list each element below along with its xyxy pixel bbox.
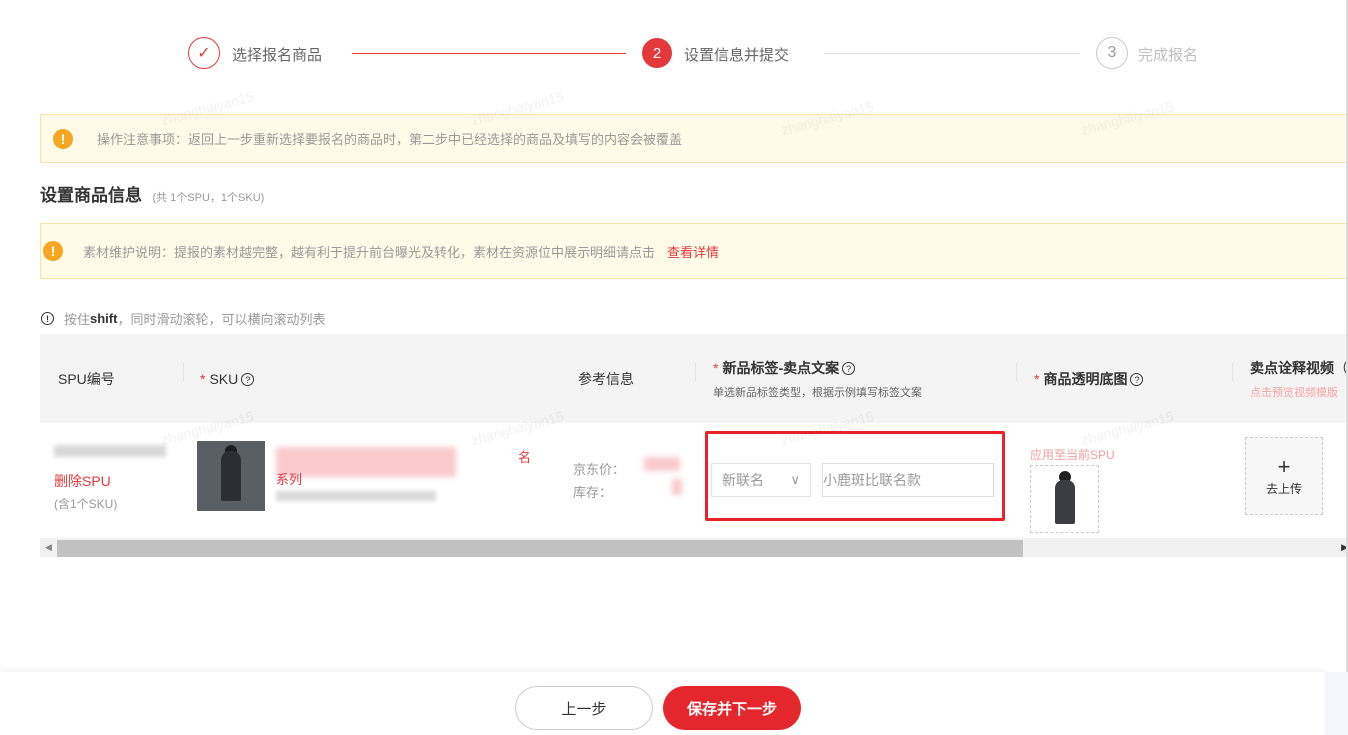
step-3-label: 完成报名 bbox=[1138, 47, 1199, 64]
price-redacted bbox=[644, 457, 680, 471]
spu-id-redacted bbox=[54, 445, 166, 457]
video-template-link[interactable]: 点击预览视频模版 bbox=[1250, 384, 1348, 400]
header-divider bbox=[183, 362, 184, 382]
apply-to-spu-link[interactable]: 应用至当前SPU bbox=[1030, 446, 1115, 463]
help-icon[interactable]: ? bbox=[241, 373, 255, 386]
footer-side bbox=[1325, 672, 1348, 735]
header-divider bbox=[695, 362, 696, 382]
sku-title-suffix: 名 bbox=[518, 450, 532, 465]
horizontal-scrollbar[interactable]: ◀ ▶ bbox=[40, 538, 1348, 557]
required-mark: * bbox=[713, 359, 719, 376]
table-row: 删除SPU (含1个SKU) 名 系列 京东价： 库存： 新联名 ∨ 小鹿斑比联… bbox=[40, 423, 1348, 535]
step-1-check-icon: ✓ bbox=[188, 37, 220, 69]
table-header: SPU编号 * SKU? 参考信息 * 新品标签-卖点文案? 单选新品标签类型，根据… bbox=[40, 334, 1348, 423]
delete-spu-link[interactable]: 删除SPU bbox=[54, 471, 111, 491]
ref-price-label: 京东价： bbox=[573, 462, 626, 477]
help-icon[interactable]: ? bbox=[1130, 373, 1144, 386]
page: ✓ 选择报名商品 2 设置信息并提交 3 完成报名 ! 操作注意事项：返回上一步… bbox=[0, 0, 1348, 735]
step-progress: ✓ 选择报名商品 2 设置信息并提交 3 完成报名 bbox=[188, 35, 1238, 71]
previous-step-button[interactable]: 上一步 bbox=[515, 686, 653, 730]
stock-redacted bbox=[672, 479, 682, 495]
scroll-tip-suffix: ，同时滑动滚轮，可以横向滚动列表 bbox=[117, 312, 326, 327]
step-3-number: 3 bbox=[1096, 37, 1128, 69]
header-divider bbox=[1016, 362, 1017, 382]
section-title: 设置商品信息 (共 1个SPU，1个SKU) bbox=[40, 181, 264, 206]
step-2-number: 2 bbox=[642, 38, 672, 68]
scrollbar-thumb[interactable] bbox=[57, 540, 1023, 557]
header-img-label: 商品透明底图 bbox=[1043, 370, 1128, 387]
step-1-label: 选择报名商品 bbox=[232, 47, 323, 64]
upload-label: 去上传 bbox=[1265, 481, 1302, 496]
header-divider bbox=[1232, 362, 1233, 382]
section-title-text: 设置商品信息 bbox=[40, 186, 142, 205]
plus-icon: + bbox=[1277, 453, 1291, 479]
operation-notice-text: 操作注意事项：返回上一步重新选择要报名的商品时，第二步中已经选择的商品及填写的内… bbox=[97, 132, 683, 147]
sku-id-redacted bbox=[276, 491, 436, 501]
material-notice-text: 素材维护说明：提报的素材越完整，越有利于提升前台曝光及转化，素材在资源位中展示明… bbox=[83, 244, 656, 260]
step-divider-1 bbox=[352, 53, 626, 54]
footer-bar: 上一步 保存并下一步 bbox=[0, 672, 1325, 735]
img-figure bbox=[1055, 480, 1075, 524]
header-sku: * SKU? bbox=[200, 334, 255, 423]
scroll-tip: ! 按住 shift ，同时滑动滚轮，可以横向滚动列表 bbox=[41, 309, 325, 328]
header-spu-label: SPU编号 bbox=[58, 370, 115, 387]
spu-sku-count: (含1个SKU) bbox=[54, 497, 118, 511]
header-sku-label: SKU bbox=[209, 370, 239, 387]
warning-icon: ! bbox=[43, 241, 63, 261]
header-video: 卖点诠释视频（ 点击预览视频模版 bbox=[1250, 334, 1348, 423]
upload-video-button[interactable]: + 去上传 bbox=[1245, 437, 1323, 515]
section-count: (共 1个SPU，1个SKU) bbox=[152, 192, 265, 204]
view-details-link[interactable]: 查看详情 bbox=[667, 242, 719, 261]
header-ref: 参考信息 bbox=[578, 334, 634, 423]
required-mark: * bbox=[1034, 370, 1040, 387]
sku-title-redacted bbox=[276, 447, 456, 477]
step-divider-2 bbox=[824, 53, 1080, 54]
header-spu: SPU编号 bbox=[58, 334, 115, 423]
scroll-left-icon[interactable]: ◀ bbox=[45, 542, 52, 553]
highlight-box bbox=[705, 431, 1005, 521]
save-and-next-button[interactable]: 保存并下一步 bbox=[663, 686, 801, 730]
ref-stock-label: 库存： bbox=[573, 485, 613, 500]
warning-icon: ! bbox=[53, 128, 73, 149]
header-ref-label: 参考信息 bbox=[578, 370, 634, 387]
scroll-tip-prefix: 按住 bbox=[64, 312, 91, 327]
transparent-image-box[interactable] bbox=[1030, 465, 1099, 533]
info-icon: ! bbox=[41, 312, 54, 325]
header-tag-sub: 单选新品标签类型，根据示例填写标签文案 bbox=[713, 386, 922, 399]
material-notice: ! 素材维护说明：提报的素材越完整，越有利于提升前台曝光及转化，素材在资源位中展… bbox=[40, 223, 1348, 279]
sku-title-line2: 系列 bbox=[276, 472, 303, 487]
scroll-tip-key: shift bbox=[90, 311, 118, 326]
required-mark: * bbox=[200, 370, 206, 387]
header-img: * 商品透明底图? bbox=[1034, 334, 1144, 423]
header-video-label: 卖点诠释视频 bbox=[1250, 359, 1334, 376]
thumb-figure bbox=[221, 451, 241, 501]
help-icon[interactable]: ? bbox=[842, 362, 856, 375]
product-table: SPU编号 * SKU? 参考信息 * 新品标签-卖点文案? 单选新品标签类型，根据… bbox=[40, 334, 1348, 559]
operation-notice: ! 操作注意事项：返回上一步重新选择要报名的商品时，第二步中已经选择的商品及填写… bbox=[40, 114, 1348, 163]
sku-thumbnail[interactable] bbox=[197, 441, 265, 511]
header-tag: * 新品标签-卖点文案? 单选新品标签类型，根据示例填写标签文案 bbox=[713, 334, 922, 423]
step-2-label: 设置信息并提交 bbox=[684, 47, 790, 64]
header-tag-label: 新品标签-卖点文案 bbox=[722, 359, 840, 376]
